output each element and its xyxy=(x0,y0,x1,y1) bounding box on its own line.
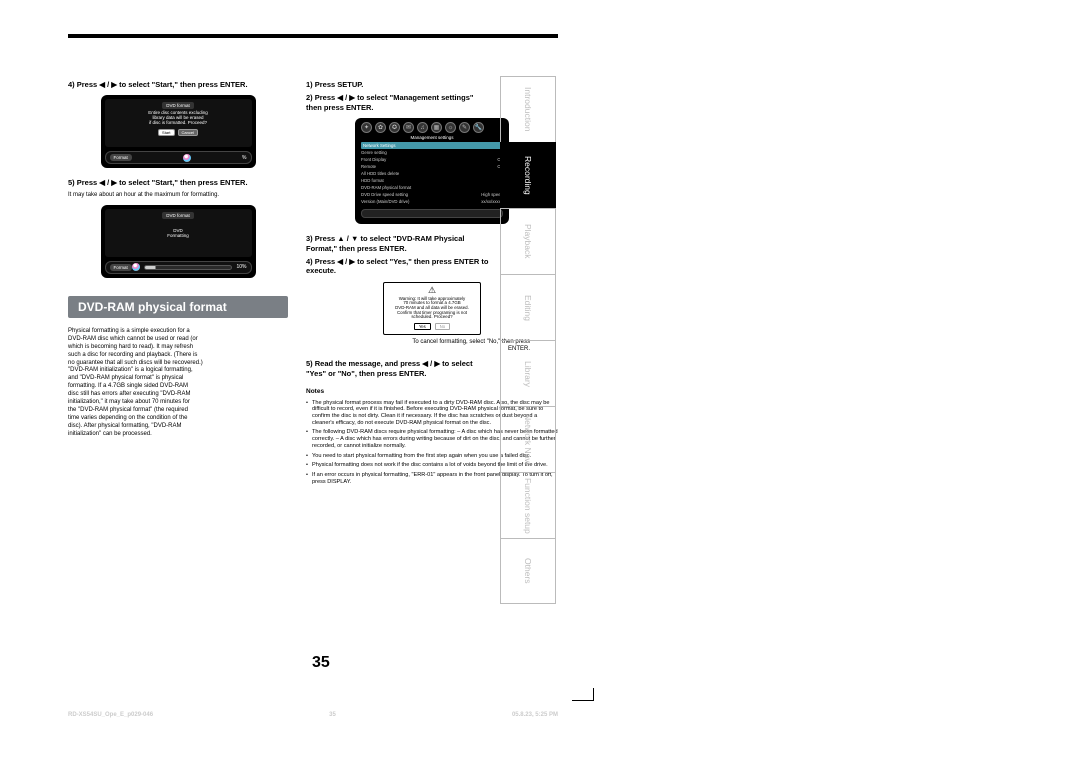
warn-line: scheduled. Proceed? xyxy=(388,315,476,320)
mgmt-row: HDD format xyxy=(361,177,503,184)
left-column: 4) Press ◀ / ▶ to select "Start," then p… xyxy=(68,80,288,488)
intro-line: formatting. If a 4.7GB single sided DVD-… xyxy=(68,383,288,390)
settings-icon: ✿ xyxy=(375,122,386,133)
settings-icon: ♫ xyxy=(417,122,428,133)
osd2-pct: 10% xyxy=(236,264,246,270)
footer: RD-XS54SU_Ope_E_p029-046 35 05.8.23, 5:2… xyxy=(68,712,558,718)
osd-dvd-format-confirm: DVD format Entire disc contents excludin… xyxy=(101,95,256,168)
osd2-progress xyxy=(144,265,233,270)
mgmt-bottom-bar xyxy=(361,209,503,218)
mgmt-title: Management settings xyxy=(355,135,509,142)
osd1-cancel-button: Cancel xyxy=(178,129,198,136)
osd-management-settings: ✦ ✿ ✪ ✉ ♫ ▦ ☼ ✎ 🔧 Management settings Ne… xyxy=(355,118,509,224)
disc-icon xyxy=(183,154,191,162)
osd2-bar-label: Format xyxy=(110,264,132,271)
settings-icon: ✉ xyxy=(403,122,414,133)
tab-editing[interactable]: Editing xyxy=(500,274,556,340)
osd2-body2: Formatting xyxy=(108,234,249,239)
side-tabs: Introduction Recording Playback Editing … xyxy=(500,76,556,604)
page-body: 4) Press ◀ / ▶ to select "Start," then p… xyxy=(68,80,558,488)
mgmt-row: RemoteOff xyxy=(361,163,503,170)
tab-function-setup[interactable]: Function setup xyxy=(500,472,556,538)
osd2-title: DVD format xyxy=(162,212,194,219)
step-4-left: 4) Press ◀ / ▶ to select "Start," then p… xyxy=(68,80,288,89)
mgmt-row: DVD-RAM physical format xyxy=(361,184,503,191)
step-5-left: 5) Press ◀ / ▶ to select "Start," then p… xyxy=(68,178,288,187)
tab-library[interactable]: Library xyxy=(500,340,556,406)
osd-dvd-format-progress: DVD format DVD Formatting Format 10% xyxy=(101,205,256,278)
intro-line: initialization" can be processed. xyxy=(68,431,288,438)
crop-mark-icon xyxy=(572,688,594,701)
warn-no-button: No xyxy=(435,323,450,330)
warning-icon: ⚠ xyxy=(388,286,476,295)
tab-network-navi[interactable]: Network Navi xyxy=(500,406,556,472)
footer-right: 05.8.23, 5:25 PM xyxy=(512,712,558,718)
intro-line: initialization," it may take about 70 mi… xyxy=(68,399,288,406)
intro-line: which is becoming hard to read). It may … xyxy=(68,344,288,351)
mgmt-row: Front DisplayOff xyxy=(361,156,503,163)
osd1-body3: if disc is formatted. Proceed? xyxy=(108,121,249,126)
osd1-title: DVD format xyxy=(162,102,194,109)
intro-line: no guarantee that all such discs will be… xyxy=(68,360,288,367)
intro-line: the "DVD-RAM physical format" (the requi… xyxy=(68,407,288,414)
intro-line: "DVD-RAM initialization" is a logical fo… xyxy=(68,367,288,374)
settings-icon: ✎ xyxy=(459,122,470,133)
mgmt-row: Version (Main/DVD drive)xx/xx/xxxxx xyxy=(361,198,503,205)
intro-block: Physical formatting is a simple executio… xyxy=(68,328,288,437)
settings-icon: ▦ xyxy=(431,122,442,133)
intro-line: Physical formatting is a simple executio… xyxy=(68,328,288,335)
mgmt-row: All HDD titles delete xyxy=(361,170,503,177)
disc-icon xyxy=(132,263,140,271)
intro-line: time varies depending on the condition o… xyxy=(68,415,288,422)
tab-playback[interactable]: Playback xyxy=(500,208,556,274)
intro-line: disc). After physical formatting, "DVD-R… xyxy=(68,423,288,430)
footer-mid: 35 xyxy=(329,712,336,718)
intro-line: disc still has errors after executing "D… xyxy=(68,391,288,398)
top-rule xyxy=(68,34,558,38)
mgmt-row: DVD Drive speed settingHigh speed xyxy=(361,191,503,198)
mgmt-row: Network Settings xyxy=(361,142,503,149)
tab-recording[interactable]: Recording xyxy=(500,142,556,208)
settings-icon: ✦ xyxy=(361,122,372,133)
section-heading: DVD-RAM physical format xyxy=(68,296,288,318)
intro-line: and "DVD-RAM physical format" is physica… xyxy=(68,375,288,382)
footer-left: RD-XS54SU_Ope_E_p029-046 xyxy=(68,712,153,718)
settings-icon: ☼ xyxy=(445,122,456,133)
osd1-pct: % xyxy=(242,155,246,161)
intro-line: DVD-RAM disc which cannot be used or rea… xyxy=(68,336,288,343)
osd1-start-button: Start xyxy=(158,129,174,136)
intro-line: such a disc for recording and playback. … xyxy=(68,352,288,359)
warning-dialog: ⚠ Warning: It will take approximately 70… xyxy=(383,282,481,335)
wrench-icon: 🔧 xyxy=(473,122,484,133)
warn-yes-button: Yes xyxy=(414,323,431,330)
page-number: 35 xyxy=(312,654,330,672)
settings-icon: ✪ xyxy=(389,122,400,133)
osd1-bar-label: Format xyxy=(110,154,132,161)
tab-others[interactable]: Others xyxy=(500,538,556,604)
tab-introduction[interactable]: Introduction xyxy=(500,76,556,142)
mgmt-row: Genre setting xyxy=(361,149,503,156)
step-5-note: It may take about an hour at the maximum… xyxy=(68,192,288,199)
